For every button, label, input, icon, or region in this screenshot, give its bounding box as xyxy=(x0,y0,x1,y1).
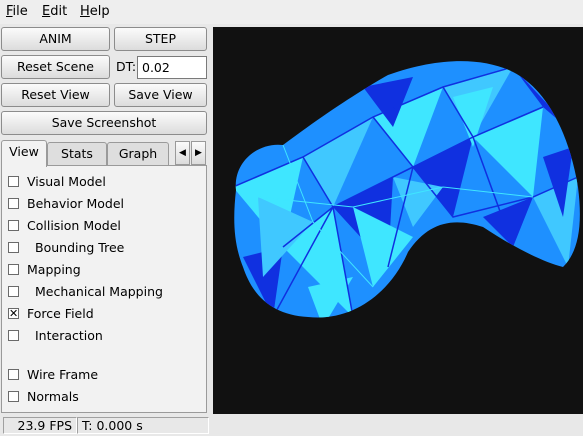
menu-help-mnemonic: H xyxy=(80,4,90,19)
option-label: Interaction xyxy=(35,328,103,343)
simulation-viewport[interactable] xyxy=(213,27,583,414)
checkbox-checked-icon[interactable]: ✕ xyxy=(8,308,19,319)
option-label: Behavior Model xyxy=(27,196,125,211)
checkbox-icon[interactable] xyxy=(8,286,19,297)
option-label: Visual Model xyxy=(27,174,106,189)
reset-scene-button[interactable]: Reset Scene xyxy=(1,55,110,79)
tab-scroll-left-icon[interactable]: ◀ xyxy=(175,141,190,165)
fps-readout: 23.9 FPS xyxy=(3,417,77,434)
option-label: Bounding Tree xyxy=(35,240,125,255)
dt-label: DT: xyxy=(116,59,137,74)
menu-file[interactable]: File xyxy=(6,4,28,19)
checkbox-icon[interactable] xyxy=(8,176,19,187)
deformable-mesh xyxy=(234,61,580,318)
checkbox-icon[interactable] xyxy=(8,264,19,275)
save-screenshot-button[interactable]: Save Screenshot xyxy=(1,111,207,135)
option-label: Force Field xyxy=(27,306,94,321)
checkbox-icon[interactable] xyxy=(8,242,19,253)
menu-file-rest: ile xyxy=(12,4,28,19)
dt-input[interactable]: 0.02 xyxy=(137,56,207,79)
checkbox-icon[interactable] xyxy=(8,391,19,402)
option-label: Wire Frame xyxy=(27,367,99,382)
view-options-panel: Visual Model Behavior Model Collision Mo… xyxy=(1,165,207,413)
tab-view[interactable]: View xyxy=(1,140,47,167)
menu-edit-mnemonic: E xyxy=(42,4,51,19)
menubar: File Edit Help xyxy=(0,0,583,24)
anim-button[interactable]: ANIM xyxy=(1,27,110,51)
menu-edit-rest: dit xyxy=(50,4,68,19)
tab-scroll-right-icon[interactable]: ▶ xyxy=(191,141,206,165)
time-readout: T: 0.000 s xyxy=(77,417,209,434)
option-label: Collision Model xyxy=(27,218,121,233)
option-label: Mapping xyxy=(27,262,81,277)
option-label: Mechanical Mapping xyxy=(35,284,163,299)
save-view-button[interactable]: Save View xyxy=(114,83,207,107)
reset-view-button[interactable]: Reset View xyxy=(1,83,110,107)
tab-graph[interactable]: Graph xyxy=(107,142,169,166)
checkbox-icon[interactable] xyxy=(8,330,19,341)
menu-edit[interactable]: Edit xyxy=(42,4,67,19)
checkbox-icon[interactable] xyxy=(8,198,19,209)
tab-stats[interactable]: Stats xyxy=(47,142,107,166)
menu-help-rest: elp xyxy=(89,4,110,19)
option-label: Normals xyxy=(27,389,79,404)
menu-help[interactable]: Help xyxy=(80,4,110,19)
checkbox-icon[interactable] xyxy=(8,220,19,231)
step-button[interactable]: STEP xyxy=(114,27,207,51)
checkbox-icon[interactable] xyxy=(8,369,19,380)
status-bar: 23.9 FPS T: 0.000 s xyxy=(0,414,583,436)
